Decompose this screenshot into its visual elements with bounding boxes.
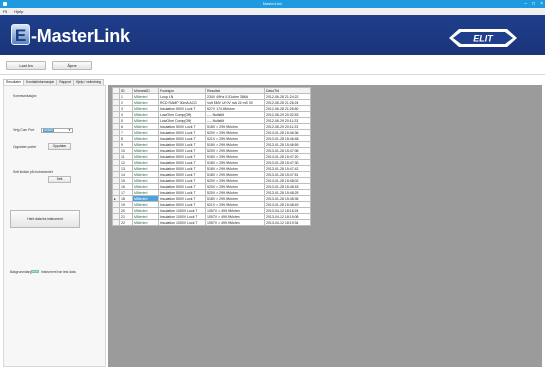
chevron-down-icon: ▼ [68,128,71,132]
close-icon[interactable]: × [540,1,543,7]
set-clock-label: Sett klokke på instrumentet [13,170,53,174]
header-banner: E -MasterLink ELIT [0,15,545,55]
table-body: 1 Måleried Loop LN 234V 49Hz 0.51ohm 386A 20… [112,93,311,226]
legend-text: Instrument har lest data [41,270,76,274]
cell-datetime[interactable]: 2013-04-12 18:19:34 [264,219,311,226]
update-ports-label: Oppdater porter [13,145,37,149]
cell-id[interactable]: 22 [119,219,133,226]
menu-file[interactable]: Fil [3,9,7,14]
legend-swatch [31,270,39,273]
menu-help[interactable]: Hjelp [14,9,23,14]
window-controls: – □ × [524,1,543,7]
load-from-button[interactable]: Last fra [6,61,46,70]
read-instrument-button[interactable]: Hent data fra instrument [10,210,80,228]
section-title: Kommunikasjon [13,94,37,98]
cell-function[interactable]: Insulation 1000V Lock T [158,219,206,226]
set-clock-button[interactable]: Sett [48,176,71,183]
results-table: ID MinnestID Funksjon Resultat Dato/Tid … [112,87,311,226]
title-bar: MasterLink – □ × [0,0,545,8]
elit-logo: ELIT [449,29,517,47]
cell-result[interactable]: 1057V > 499.9Mohm [205,219,265,226]
row-header[interactable] [112,219,120,226]
maximize-icon[interactable]: □ [532,1,535,7]
communication-panel: Kommunikasjon Velg Com Port COM3 ▼ Oppda… [3,85,106,367]
menu-bar: Fil Hjelp [0,8,545,15]
update-ports-button[interactable]: Oppdater [48,143,71,150]
com-port-label: Velg Com Port [13,128,35,132]
table-row[interactable]: 22 Måleried Insulation 1000V Lock T 1057V >… [112,219,311,226]
masterlink-logo-icon: E [11,24,30,45]
com-port-select[interactable]: COM3 ▼ [41,128,73,133]
toolbar: Last fra Åpne [0,55,545,75]
com-port-value: COM3 [43,128,54,132]
brand-name: -MasterLink [31,26,130,46]
cell-mode[interactable]: Måleried [132,219,159,226]
elit-logo-text: ELIT [473,34,494,44]
window-title: MasterLink [262,1,283,6]
open-button[interactable]: Åpne [52,61,92,70]
minimize-icon[interactable]: – [524,1,527,7]
